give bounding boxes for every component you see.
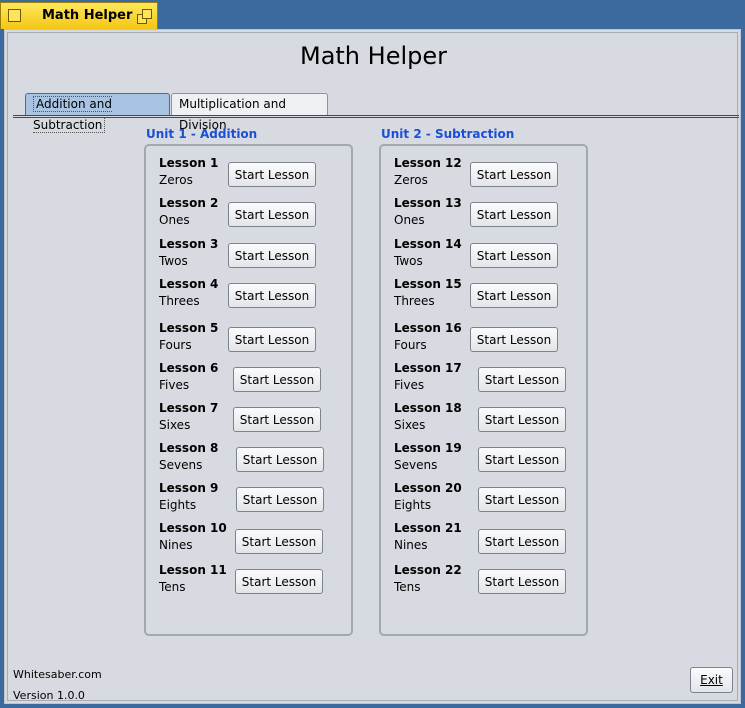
lesson-title: Lesson 6 (159, 361, 219, 375)
tab-multiplication-division[interactable]: Multiplication and Division (171, 93, 328, 132)
start-lesson-button[interactable]: Start Lesson (228, 283, 316, 308)
lesson-title: Lesson 9 (159, 481, 219, 495)
website-label: Whitesaber.com (13, 668, 102, 681)
lesson-topic: Threes (394, 294, 435, 308)
lesson-title: Lesson 3 (159, 237, 219, 251)
lesson-topic: Tens (159, 580, 186, 594)
lesson-title: Lesson 11 (159, 563, 227, 577)
start-lesson-button[interactable]: Start Lesson (235, 529, 323, 554)
start-lesson-button[interactable]: Start Lesson (478, 407, 566, 432)
exit-label: Exit (700, 673, 723, 687)
window-menu-icon[interactable] (8, 9, 21, 22)
exit-button[interactable]: Exit (690, 667, 733, 693)
page-title: Math Helper (299, 42, 447, 70)
start-lesson-button[interactable]: Start Lesson (470, 327, 558, 352)
lesson-title: Lesson 10 (159, 521, 227, 535)
lesson-title: Lesson 4 (159, 277, 219, 291)
lesson-title: Lesson 19 (394, 441, 462, 455)
lesson-topic: Sevens (394, 458, 438, 472)
lesson-topic: Eights (394, 498, 432, 512)
lesson-title: Lesson 13 (394, 196, 462, 210)
lesson-title: Lesson 12 (394, 156, 462, 170)
lesson-topic: Ones (159, 213, 190, 227)
lesson-topic: Sixes (394, 418, 426, 432)
lesson-topic: Nines (159, 538, 193, 552)
lesson-title: Lesson 21 (394, 521, 462, 535)
lesson-title: Lesson 7 (159, 401, 219, 415)
start-lesson-button[interactable]: Start Lesson (236, 487, 324, 512)
window-titlebar: Math Helper (0, 0, 745, 29)
start-lesson-button[interactable]: Start Lesson (235, 569, 323, 594)
start-lesson-button[interactable]: Start Lesson (478, 447, 566, 472)
lesson-title: Lesson 2 (159, 196, 219, 210)
app-window: Math Helper Addition and Subtraction Mul… (4, 29, 741, 704)
lesson-topic: Eights (159, 498, 197, 512)
version-label: Version 1.0.0 (13, 689, 85, 702)
lesson-topic: Twos (159, 254, 188, 268)
start-lesson-button[interactable]: Start Lesson (470, 162, 558, 187)
lesson-title: Lesson 18 (394, 401, 462, 415)
tab-addition-subtraction[interactable]: Addition and Subtraction (25, 93, 170, 133)
lesson-topic: Twos (394, 254, 423, 268)
lesson-title: Lesson 1 (159, 156, 219, 170)
window-title-tab[interactable]: Math Helper (0, 2, 158, 29)
start-lesson-button[interactable]: Start Lesson (478, 367, 566, 392)
lesson-topic: Zeros (159, 173, 193, 187)
tab-divider (13, 115, 739, 118)
start-lesson-button[interactable]: Start Lesson (478, 569, 566, 594)
lesson-topic: Sevens (159, 458, 203, 472)
start-lesson-button[interactable]: Start Lesson (236, 447, 324, 472)
window-title: Math Helper (42, 8, 133, 23)
start-lesson-button[interactable]: Start Lesson (233, 367, 321, 392)
maximize-icon[interactable] (137, 9, 153, 25)
start-lesson-button[interactable]: Start Lesson (470, 202, 558, 227)
lesson-topic: Fives (159, 378, 190, 392)
lesson-topic: Ones (394, 213, 425, 227)
lesson-topic: Tens (394, 580, 421, 594)
lesson-topic: Fours (159, 338, 192, 352)
lesson-topic: Threes (159, 294, 200, 308)
start-lesson-button[interactable]: Start Lesson (228, 202, 316, 227)
start-lesson-button[interactable]: Start Lesson (478, 487, 566, 512)
lesson-title: Lesson 20 (394, 481, 462, 495)
lesson-topic: Sixes (159, 418, 191, 432)
lesson-topic: Zeros (394, 173, 428, 187)
lesson-title: Lesson 22 (394, 563, 462, 577)
start-lesson-button[interactable]: Start Lesson (470, 283, 558, 308)
lesson-title: Lesson 17 (394, 361, 462, 375)
start-lesson-button[interactable]: Start Lesson (228, 327, 316, 352)
unit-2-heading: Unit 2 - Subtraction (381, 127, 515, 141)
start-lesson-button[interactable]: Start Lesson (478, 529, 566, 554)
unit-1-heading: Unit 1 - Addition (146, 127, 258, 141)
start-lesson-button[interactable]: Start Lesson (470, 243, 558, 268)
start-lesson-button[interactable]: Start Lesson (228, 243, 316, 268)
lesson-title: Lesson 15 (394, 277, 462, 291)
lesson-title: Lesson 8 (159, 441, 219, 455)
start-lesson-button[interactable]: Start Lesson (233, 407, 321, 432)
window-frame (7, 32, 738, 701)
lesson-title: Lesson 14 (394, 237, 462, 251)
lesson-title: Lesson 5 (159, 321, 219, 335)
start-lesson-button[interactable]: Start Lesson (228, 162, 316, 187)
lesson-topic: Fives (394, 378, 425, 392)
lesson-topic: Nines (394, 538, 428, 552)
lesson-title: Lesson 16 (394, 321, 462, 335)
lesson-topic: Fours (394, 338, 427, 352)
